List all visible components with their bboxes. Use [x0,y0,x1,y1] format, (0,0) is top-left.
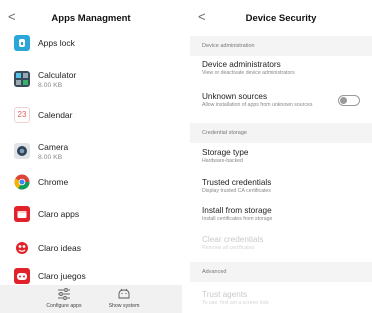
app-name: Chrome [38,177,69,187]
app-item-camera[interactable]: Camera 8.00 KB [0,134,182,168]
app-name: Calculator [38,69,77,80]
app-name: Calendar [38,110,73,120]
configure-apps-label: Configure apps [46,303,82,309]
setting-title: Storage type [202,148,249,157]
setting-subtitle: To use, first set a screen lock [202,300,269,306]
show-system-button[interactable]: Show system [94,288,154,309]
setting-subtitle: Hardware-backed [202,158,243,164]
setting-title: Clear credentials [202,235,264,244]
android-icon [118,288,130,299]
bottom-action-bar: Configure apps Show system [0,285,182,313]
setting-subtitle: Display trusted CA certificates [202,188,271,194]
app-item-calendar[interactable]: 23 Calendar [0,98,182,132]
device-administrators-item[interactable]: Device administrators View or deactivate… [202,60,362,76]
storage-type-item[interactable]: Storage type Hardware-backed [202,148,362,164]
security-header: < Device Security [190,0,372,36]
page-title: Device Security [245,12,317,24]
setting-subtitle: Install certificates from storage [202,216,273,222]
app-item-chrome[interactable]: Chrome [0,165,182,199]
setting-title: Device administrators [202,60,281,69]
page-title: Apps Managment [51,12,131,24]
configure-apps-button[interactable]: Configure apps [34,288,94,309]
sliders-icon [58,288,70,300]
app-name: Apps lock [38,38,75,48]
app-size: 8.00 KB [38,81,63,89]
setting-subtitle: View or deactivate device administrators [202,70,295,76]
back-button[interactable]: < [198,10,212,24]
app-name: Claro ideas [38,243,81,253]
section-header-device-admin: Device administration [190,36,372,56]
setting-title: Trusted credentials [202,178,272,187]
setting-title: Trust agents [202,290,248,299]
app-size: 8.00 KB [38,153,63,161]
camera-icon [14,143,30,159]
claro-ideas-icon [14,240,30,256]
show-system-label: Show system [108,303,140,309]
app-item-claro-apps[interactable]: Claro apps [0,197,182,231]
apps-management-screen: < Apps Managment Apps lock Calculator 8.… [0,0,182,313]
app-item-apps-lock[interactable]: Apps lock [0,26,182,60]
toggle-knob [340,97,347,104]
calendar-icon: 23 [14,107,30,123]
app-name: Claro apps [38,209,80,219]
setting-title: Install from storage [202,206,272,215]
claro-apps-icon [14,206,30,222]
apps-lock-icon [14,35,30,51]
calculator-icon [14,71,30,87]
install-from-storage-item[interactable]: Install from storage Install certificate… [202,206,362,222]
app-name: Camera [38,141,69,152]
clear-credentials-item: Clear credentials Remove all certificate… [202,235,362,251]
trusted-credentials-item[interactable]: Trusted credentials Display trusted CA c… [202,178,362,194]
device-security-screen: < Device Security Device administration … [190,0,372,313]
app-name: Claro juegos [38,271,86,281]
chrome-icon [14,174,30,190]
unknown-sources-toggle[interactable] [338,95,360,106]
screen-divider [182,0,190,313]
claro-juegos-icon [14,268,30,284]
trust-agents-item: Trust agents To use, first set a screen … [202,290,362,306]
back-button[interactable]: < [8,10,22,24]
section-header-advanced: Advanced [190,262,372,282]
setting-subtitle: Remove all certificates [202,245,255,251]
section-header-credential-storage: Credential storage [190,123,372,143]
app-item-calculator[interactable]: Calculator 8.00 KB [0,62,182,96]
